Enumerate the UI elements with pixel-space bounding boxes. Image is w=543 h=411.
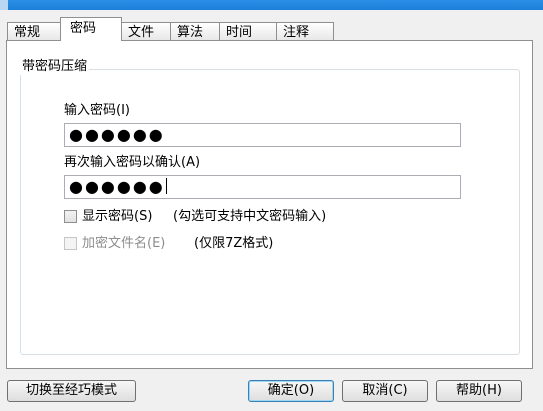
password-mask: ●●●●●● xyxy=(69,125,165,144)
compression-settings-dialog: 常规 密码 文件 算法 时间 注释 带密码压缩 输入密码(I) ●●●●●● 再… xyxy=(0,0,543,411)
group-title: 带密码压缩 xyxy=(20,59,90,75)
encrypt-filenames-label[interactable]: 加密文件名(E) xyxy=(82,236,165,252)
show-password-hint: (勾选可支持中文密码输入) xyxy=(173,209,327,224)
tab-general[interactable]: 常规 xyxy=(7,22,61,41)
tab-algorithm[interactable]: 算法 xyxy=(170,22,220,41)
encrypt-filenames-checkbox[interactable] xyxy=(64,237,77,250)
text-caret xyxy=(165,178,167,194)
show-password-checkbox[interactable] xyxy=(64,210,77,223)
password-input[interactable]: ●●●●●● xyxy=(64,123,461,147)
encrypt-filenames-hint: (仅限7Z格式) xyxy=(194,236,274,251)
tab-files[interactable]: 文件 xyxy=(121,22,171,41)
settings-tabs: 常规 密码 文件 算法 时间 注释 xyxy=(7,17,334,41)
password-label: 输入密码(I) xyxy=(64,103,130,118)
ok-button[interactable]: 确定(O) xyxy=(248,380,334,402)
confirm-password-label: 再次输入密码以确认(A) xyxy=(64,155,201,170)
tab-time[interactable]: 时间 xyxy=(219,22,277,41)
tab-comment[interactable]: 注释 xyxy=(276,22,334,41)
cancel-button[interactable]: 取消(C) xyxy=(342,380,428,402)
switch-mode-button[interactable]: 切换至经巧模式 xyxy=(7,380,136,402)
confirm-password-mask: ●●●●●● xyxy=(69,177,165,196)
title-bar-edge xyxy=(0,0,8,10)
confirm-password-input[interactable]: ●●●●●● xyxy=(64,175,461,199)
help-button[interactable]: 帮助(H) xyxy=(436,380,522,402)
title-bar xyxy=(0,0,543,10)
password-tab-panel: 带密码压缩 输入密码(I) ●●●●●● 再次输入密码以确认(A) ●●●●●●… xyxy=(6,40,533,369)
tab-password[interactable]: 密码 xyxy=(60,17,122,41)
show-password-label[interactable]: 显示密码(S) xyxy=(82,209,152,225)
